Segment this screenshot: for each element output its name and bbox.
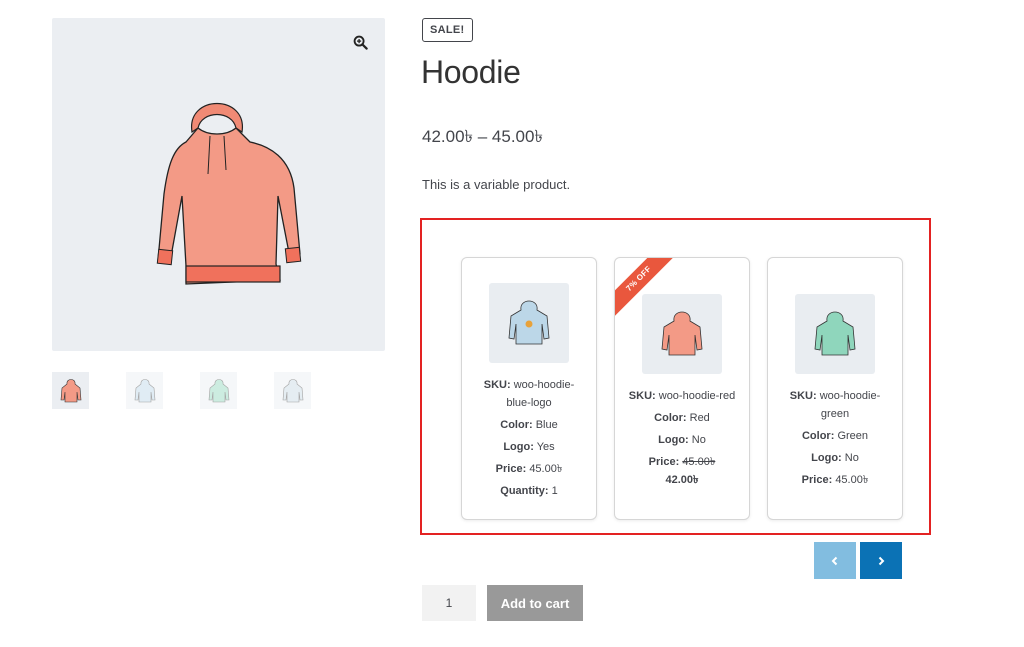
chevron-right-icon <box>878 556 885 565</box>
variation-logo: No <box>691 434 706 446</box>
variation-details: SKU: woo-hoodie-green Color: Green Logo:… <box>789 390 881 486</box>
product-description: This is a variable product. <box>422 177 571 192</box>
chevron-left-icon <box>831 556 838 565</box>
sale-badge: SALE! <box>422 18 473 42</box>
variation-sku: woo-hoodie-green <box>819 390 881 420</box>
variation-color: Blue <box>535 419 558 431</box>
quantity-input[interactable] <box>422 585 476 621</box>
variation-image <box>642 294 722 374</box>
variation-image <box>795 294 875 374</box>
variation-quantity: 1 <box>551 485 558 497</box>
carousel-next-button[interactable] <box>860 542 902 579</box>
thumbnail-hoodie-red[interactable] <box>52 372 89 409</box>
product-title: Hoodie <box>421 54 521 90</box>
thumbnail-hoodie-blue[interactable] <box>274 372 311 409</box>
variation-details: SKU: woo-hoodie-red Color: Red Logo: No … <box>628 390 736 486</box>
thumbnail-strip <box>52 372 311 409</box>
add-to-cart-button[interactable]: Add to cart <box>487 585 583 621</box>
thumbnail-hoodie-green[interactable] <box>200 372 237 409</box>
price-range: 42.00৳ – 45.00৳ <box>422 127 543 146</box>
carousel-prev-button[interactable] <box>814 542 856 579</box>
zoom-in-icon[interactable] <box>349 31 371 53</box>
variation-regular-price: 45.00৳ <box>682 456 716 468</box>
product-main-image[interactable] <box>52 18 385 351</box>
variation-sale-price: 42.00৳ <box>665 474 699 486</box>
thumbnail-hoodie-blue-logo[interactable] <box>126 372 163 409</box>
variation-logo: Yes <box>536 441 555 453</box>
variation-price: 45.00৳ <box>835 474 869 486</box>
variation-sku: woo-hoodie-blue-logo <box>506 379 575 409</box>
variation-logo: No <box>844 452 859 464</box>
variation-sku: woo-hoodie-red <box>658 390 736 402</box>
variation-details: SKU: woo-hoodie-blue-logo Color: Blue Lo… <box>483 379 575 497</box>
variation-image <box>489 283 569 363</box>
variation-color: Red <box>689 412 710 424</box>
variation-color: Green <box>837 430 869 442</box>
variation-card[interactable]: SKU: woo-hoodie-blue-logo Color: Blue Lo… <box>461 257 597 520</box>
variation-price: 45.00৳ <box>529 463 563 475</box>
variation-card[interactable]: SKU: woo-hoodie-green Color: Green Logo:… <box>767 257 903 520</box>
hoodie-red-image <box>156 102 302 285</box>
variations-carousel: SKU: woo-hoodie-blue-logo Color: Blue Lo… <box>420 218 931 535</box>
variation-card[interactable]: 7% OFF SKU: woo-hoodie-red Color: Red Lo… <box>614 257 750 520</box>
